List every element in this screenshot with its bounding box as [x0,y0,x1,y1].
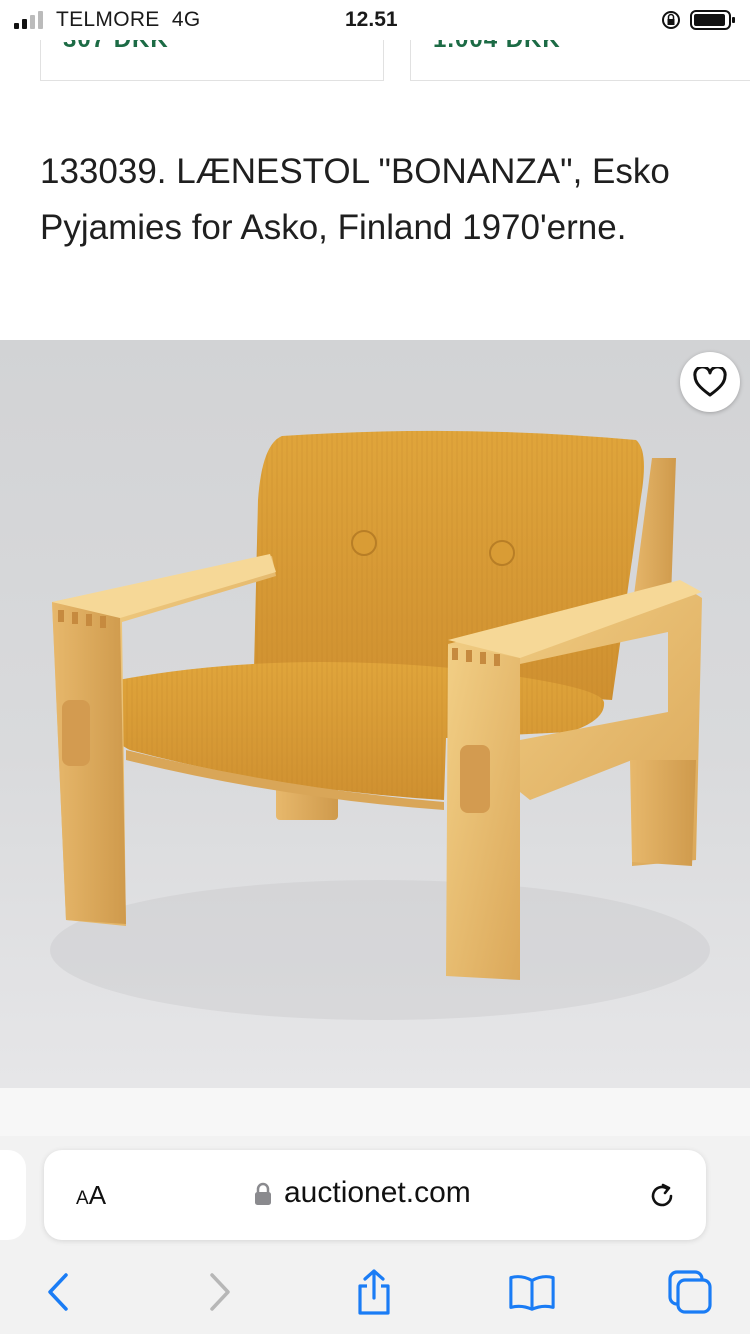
rotation-lock-icon [662,11,680,29]
chevron-right-icon [210,1273,230,1311]
heart-icon [693,367,727,397]
share-icon [358,1269,390,1315]
image-bottom-strip [0,1088,750,1137]
listing-title: 133039. LÆNESTOL "BONANZA", Esko Pyjamie… [40,152,670,247]
tabs-icon [668,1270,712,1314]
chevron-left-icon [48,1273,68,1311]
back-button[interactable] [34,1268,82,1316]
address-bar[interactable]: AA auctionet.com [44,1150,706,1240]
previous-tab-preview[interactable] [0,1150,26,1240]
forward-button[interactable] [196,1268,244,1316]
reload-icon[interactable] [646,1180,678,1212]
text-size-button[interactable]: AA [76,1180,106,1211]
clock: 12.51 [345,8,398,31]
carrier-label: TELMORE 4G [56,8,201,31]
status-bar: TELMORE 4G 12.51 [0,0,750,40]
signal-strength-icon [14,11,43,29]
tabs-button[interactable] [666,1268,714,1316]
url-domain[interactable]: auctionet.com [284,1176,471,1210]
share-button[interactable] [350,1268,398,1316]
battery-icon [690,10,735,30]
bookmarks-button[interactable] [508,1268,556,1316]
product-image[interactable] [0,340,750,1088]
book-icon [509,1275,555,1311]
lock-icon [255,1182,271,1205]
favorite-button[interactable] [680,352,740,412]
armchair-illustration [0,340,750,1088]
